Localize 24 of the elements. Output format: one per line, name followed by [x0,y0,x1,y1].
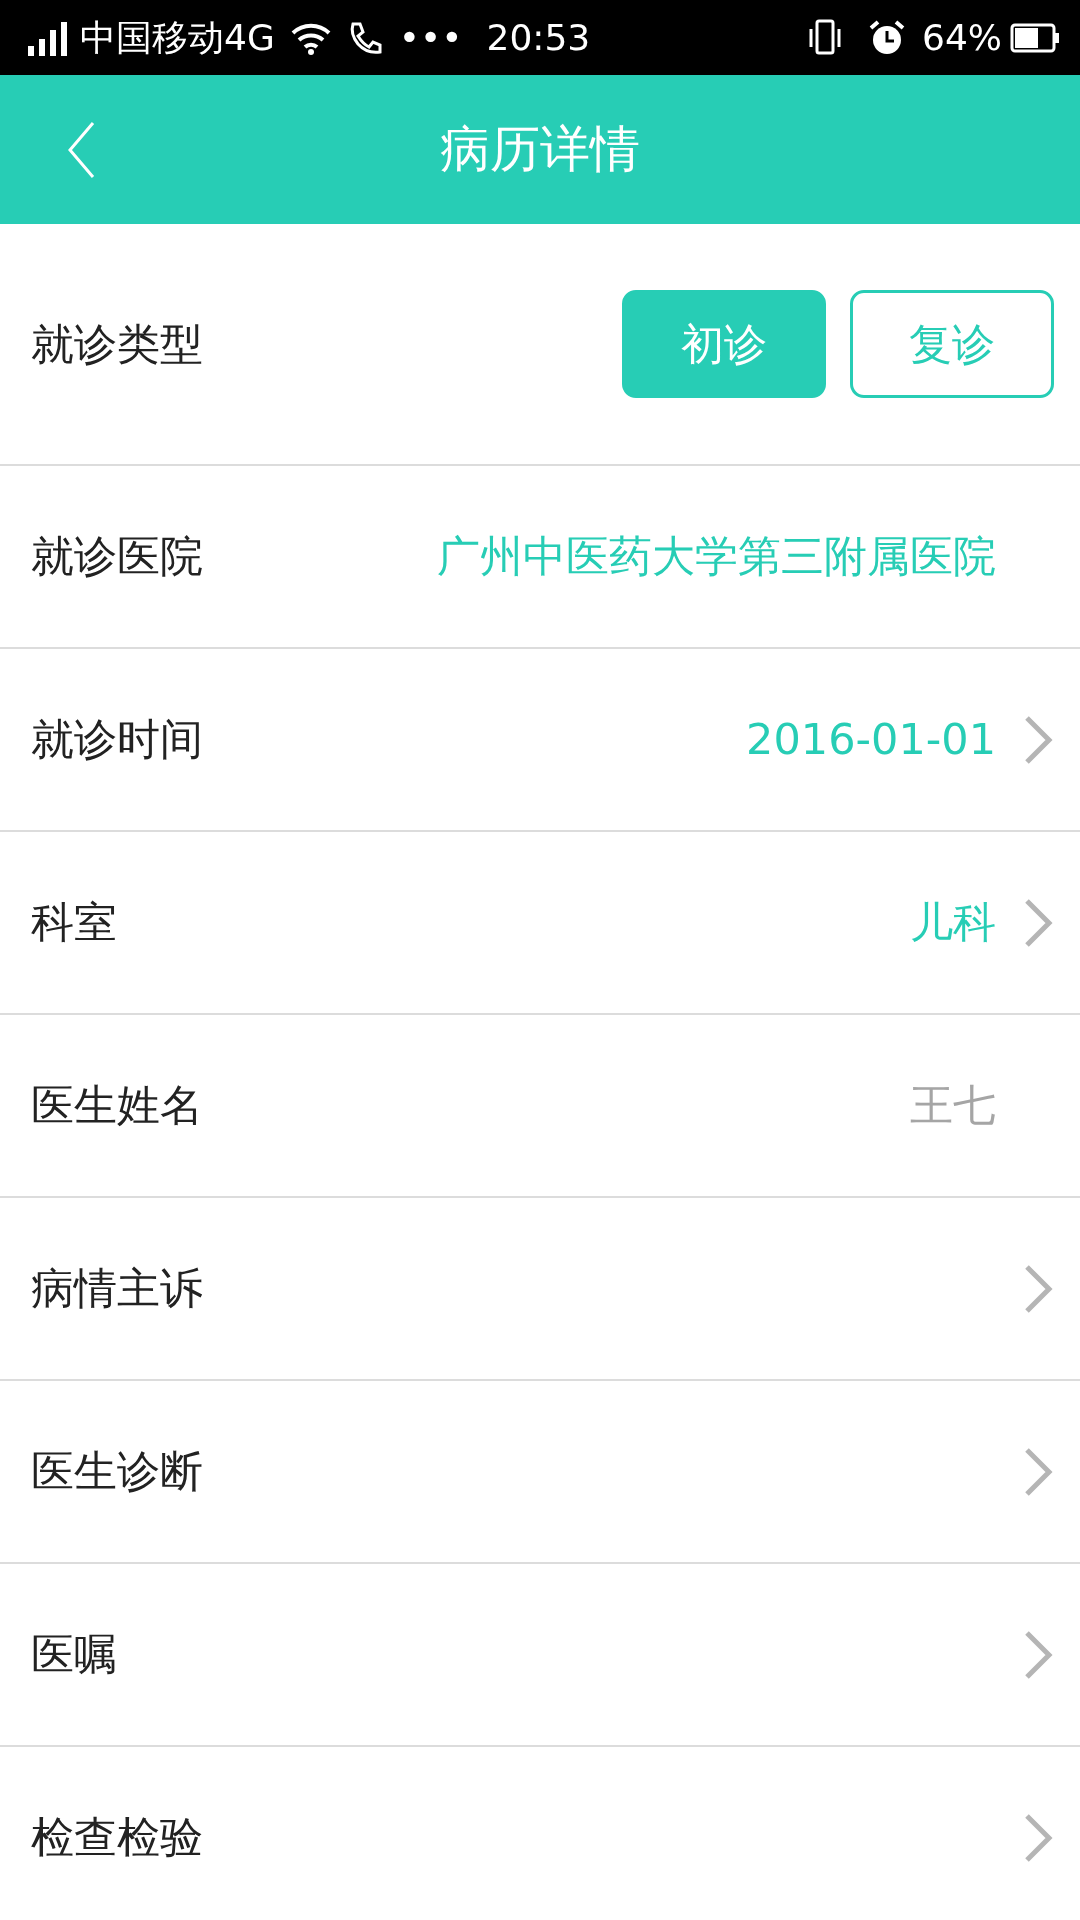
field-label: 就诊医院 [31,530,203,584]
visit-type-option[interactable]: 复诊 [850,290,1054,398]
field-label: 医嘱 [31,1628,117,1682]
field-label: 医生姓名 [31,1079,203,1133]
page-title: 病历详情 [440,119,640,180]
clock-time: 20:53 [486,15,591,60]
field-value: 王七 [910,1079,996,1133]
carrier-name: 中国移动4G [80,15,275,60]
field-label: 科室 [31,896,117,950]
alarm-clock-icon [868,18,906,57]
field-label: 检查检验 [31,1811,203,1865]
field-label: 病情主诉 [31,1262,203,1316]
field-label: 就诊类型 [31,317,203,371]
back-icon[interactable] [66,119,96,180]
battery-percent: 64% [922,15,1002,60]
visit-type-option[interactable]: 初诊 [622,290,826,398]
field-label: 就诊时间 [31,713,203,767]
field-label: 医生诊断 [31,1445,203,1499]
field-value: 广州中医药大学第三附属医院 [437,530,996,584]
vibrate-icon [808,18,844,57]
field-value: 2016-01-01 [746,713,996,767]
more-dots: ••• [398,15,463,60]
battery-icon [1010,22,1060,53]
field-value: 儿科 [910,896,996,950]
